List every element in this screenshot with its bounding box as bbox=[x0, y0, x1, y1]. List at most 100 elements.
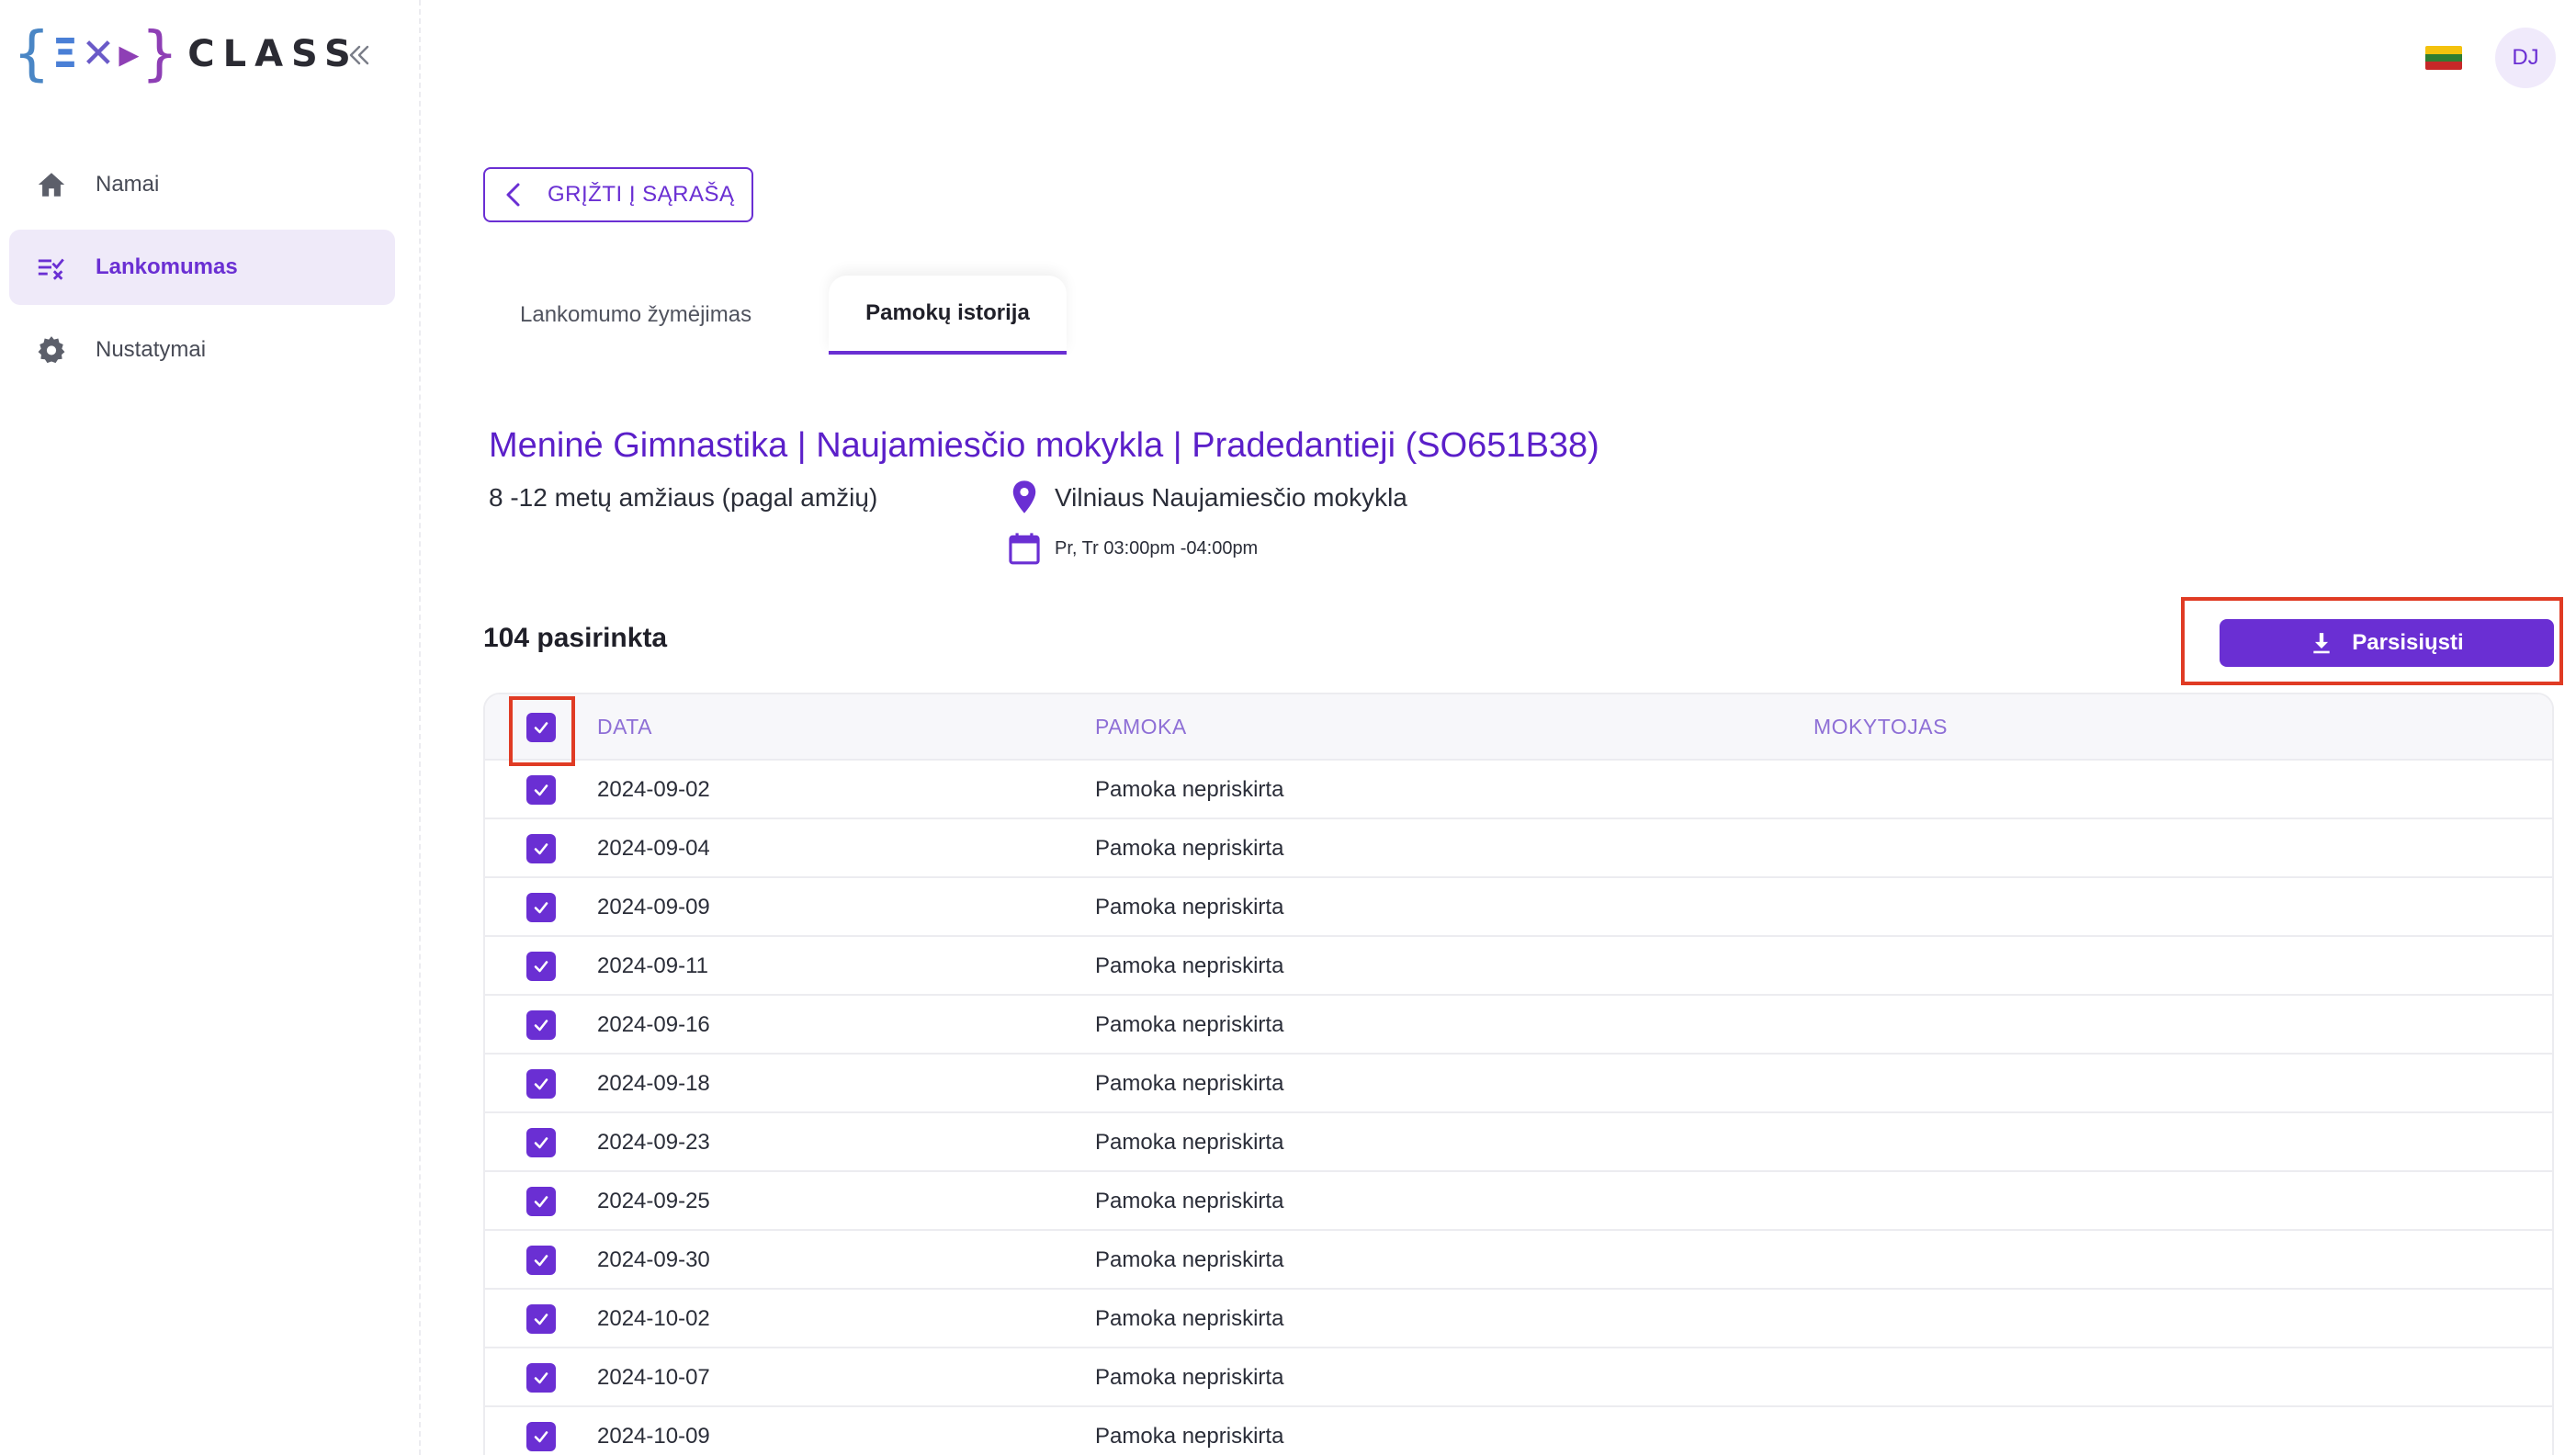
gear-icon bbox=[35, 333, 68, 367]
cell-date: 2024-09-02 bbox=[597, 777, 710, 802]
cell-lesson: Pamoka nepriskirta bbox=[1095, 953, 1284, 978]
checkmark-icon bbox=[534, 1255, 548, 1267]
checkmark-icon bbox=[534, 1196, 548, 1208]
course-location: Vilniaus Naujamiesčio mokykla bbox=[1055, 483, 1407, 512]
cell-date: 2024-09-11 bbox=[597, 953, 708, 978]
row-checkbox[interactable] bbox=[526, 1187, 556, 1216]
checkmark-icon bbox=[534, 784, 548, 796]
lessons-table: DATA PAMOKA MOKYTOJAS 2024-09-02 Pamoka n… bbox=[483, 693, 2554, 1455]
download-label: Parsisiųsti bbox=[2352, 630, 2464, 655]
sidebar-item-lankomumas[interactable]: Lankomumas bbox=[9, 230, 395, 305]
row-checkbox[interactable] bbox=[526, 834, 556, 863]
cell-date: 2024-10-02 bbox=[597, 1306, 710, 1331]
logo-play-glyph: ▸ bbox=[119, 30, 140, 77]
cell-date: 2024-10-09 bbox=[597, 1424, 710, 1449]
table-row[interactable]: 2024-09-02 Pamoka nepriskirta bbox=[485, 761, 2552, 819]
exoclass-logo[interactable]: { Ξ ✕ ▸ } CLASS bbox=[13, 24, 359, 85]
checkmark-icon bbox=[534, 1020, 548, 1032]
logo-left-brace: { bbox=[13, 20, 51, 88]
cell-date: 2024-09-04 bbox=[597, 836, 710, 861]
table-row[interactable]: 2024-09-04 Pamoka nepriskirta bbox=[485, 819, 2552, 878]
row-checkbox[interactable] bbox=[526, 893, 556, 922]
table-row[interactable]: 2024-10-07 Pamoka nepriskirta bbox=[485, 1348, 2552, 1407]
row-checkbox[interactable] bbox=[526, 775, 556, 805]
sidebar-item-label: Lankomumas bbox=[96, 254, 238, 279]
sidebar-item-label: Nustatymai bbox=[96, 337, 207, 362]
user-avatar[interactable]: DJ bbox=[2495, 28, 2556, 88]
table-row[interactable]: 2024-10-02 Pamoka nepriskirta bbox=[485, 1290, 2552, 1348]
cell-date: 2024-09-25 bbox=[597, 1189, 710, 1213]
cell-lesson: Pamoka nepriskirta bbox=[1095, 1306, 1284, 1331]
chevron-left-icon bbox=[506, 183, 520, 207]
row-checkbox[interactable] bbox=[526, 952, 556, 981]
table-row[interactable]: 2024-09-23 Pamoka nepriskirta bbox=[485, 1113, 2552, 1172]
table-row[interactable]: 2024-09-18 Pamoka nepriskirta bbox=[485, 1055, 2552, 1113]
row-checkbox[interactable] bbox=[526, 1422, 556, 1451]
cell-date: 2024-09-30 bbox=[597, 1247, 710, 1272]
cell-lesson: Pamoka nepriskirta bbox=[1095, 1365, 1284, 1390]
cell-lesson: Pamoka nepriskirta bbox=[1095, 1130, 1284, 1155]
cell-lesson: Pamoka nepriskirta bbox=[1095, 1012, 1284, 1037]
column-header-teacher[interactable]: MOKYTOJAS bbox=[1813, 715, 1948, 739]
cell-date: 2024-09-18 bbox=[597, 1071, 710, 1096]
age-group: 8 -12 metų amžiaus (pagal amžių) bbox=[489, 483, 878, 512]
row-checkbox[interactable] bbox=[526, 1069, 556, 1099]
cell-lesson: Pamoka nepriskirta bbox=[1095, 1247, 1284, 1272]
calendar-icon bbox=[1009, 533, 1040, 565]
tabs: Lankomumo žymėjimas Pamokų istorija bbox=[483, 276, 1067, 355]
download-icon bbox=[2310, 631, 2333, 655]
back-to-list-button[interactable]: GRĮŽTI Į SĄRAŠĄ bbox=[483, 167, 753, 222]
row-checkbox[interactable] bbox=[526, 1128, 556, 1157]
lithuania-flag-icon[interactable] bbox=[2425, 46, 2462, 70]
tab-lesson-history[interactable]: Pamokų istorija bbox=[829, 276, 1067, 355]
selected-count: 104 pasirinkta bbox=[483, 623, 668, 653]
home-icon bbox=[35, 168, 68, 201]
table-row[interactable]: 2024-09-09 Pamoka nepriskirta bbox=[485, 878, 2552, 937]
row-checkbox[interactable] bbox=[526, 1246, 556, 1275]
row-checkbox[interactable] bbox=[526, 1304, 556, 1334]
double-chevron-left-icon bbox=[349, 45, 369, 65]
attendance-icon bbox=[35, 251, 68, 284]
table-row[interactable]: 2024-09-16 Pamoka nepriskirta bbox=[485, 996, 2552, 1055]
cell-lesson: Pamoka nepriskirta bbox=[1095, 777, 1284, 802]
column-header-date[interactable]: DATA bbox=[597, 715, 652, 739]
checkmark-icon bbox=[534, 1078, 548, 1090]
checkmark-icon bbox=[534, 1314, 548, 1325]
sidebar-item-namai[interactable]: Namai bbox=[9, 147, 395, 222]
checkmark-icon bbox=[534, 843, 548, 855]
row-checkbox[interactable] bbox=[526, 1363, 556, 1393]
column-header-lesson[interactable]: PAMOKA bbox=[1095, 715, 1187, 739]
tab-attendance-marking[interactable]: Lankomumo žymėjimas bbox=[483, 276, 788, 355]
cell-lesson: Pamoka nepriskirta bbox=[1095, 1424, 1284, 1449]
checkmark-icon bbox=[534, 1372, 548, 1384]
checkmark-icon bbox=[534, 961, 548, 973]
download-button[interactable]: Parsisiųsti bbox=[2220, 619, 2554, 667]
table-row[interactable]: 2024-09-11 Pamoka nepriskirta bbox=[485, 937, 2552, 996]
checkmark-icon bbox=[534, 722, 548, 734]
sidebar: { Ξ ✕ ▸ } CLASS Namai Lankomumas Nustaty… bbox=[0, 0, 421, 1455]
cell-date: 2024-09-09 bbox=[597, 895, 710, 919]
table-row[interactable]: 2024-09-30 Pamoka nepriskirta bbox=[485, 1231, 2552, 1290]
logo-right-brace: } bbox=[141, 20, 179, 88]
logo-wordmark: CLASS bbox=[187, 33, 359, 75]
row-checkbox[interactable] bbox=[526, 1010, 556, 1040]
checkmark-icon bbox=[534, 1431, 548, 1443]
table-body: 2024-09-02 Pamoka nepriskirta 2024-09-04 Pa… bbox=[485, 761, 2552, 1455]
cell-lesson: Pamoka nepriskirta bbox=[1095, 1071, 1284, 1096]
back-to-list-label: GRĮŽTI Į SĄRAŠĄ bbox=[548, 182, 735, 207]
sidebar-nav: Namai Lankomumas Nustatymai bbox=[9, 147, 395, 395]
location-pin-icon bbox=[1012, 480, 1036, 513]
cell-lesson: Pamoka nepriskirta bbox=[1095, 836, 1284, 861]
cell-date: 2024-09-16 bbox=[597, 1012, 710, 1037]
cell-lesson: Pamoka nepriskirta bbox=[1095, 895, 1284, 919]
cell-date: 2024-09-23 bbox=[597, 1130, 710, 1155]
table-row[interactable]: 2024-10-09 Pamoka nepriskirta bbox=[485, 1407, 2552, 1455]
course-schedule: Pr, Tr 03:00pm -04:00pm bbox=[1055, 538, 1259, 558]
sidebar-item-nustatymai[interactable]: Nustatymai bbox=[9, 312, 395, 388]
checkmark-icon bbox=[534, 1137, 548, 1149]
table-row[interactable]: 2024-09-25 Pamoka nepriskirta bbox=[485, 1172, 2552, 1231]
cell-lesson: Pamoka nepriskirta bbox=[1095, 1189, 1284, 1213]
collapse-sidebar-button[interactable] bbox=[340, 37, 377, 73]
select-all-checkbox[interactable] bbox=[526, 713, 556, 742]
course-title: Meninė Gimnastika | Naujamiesčio mokykla… bbox=[489, 426, 1599, 465]
